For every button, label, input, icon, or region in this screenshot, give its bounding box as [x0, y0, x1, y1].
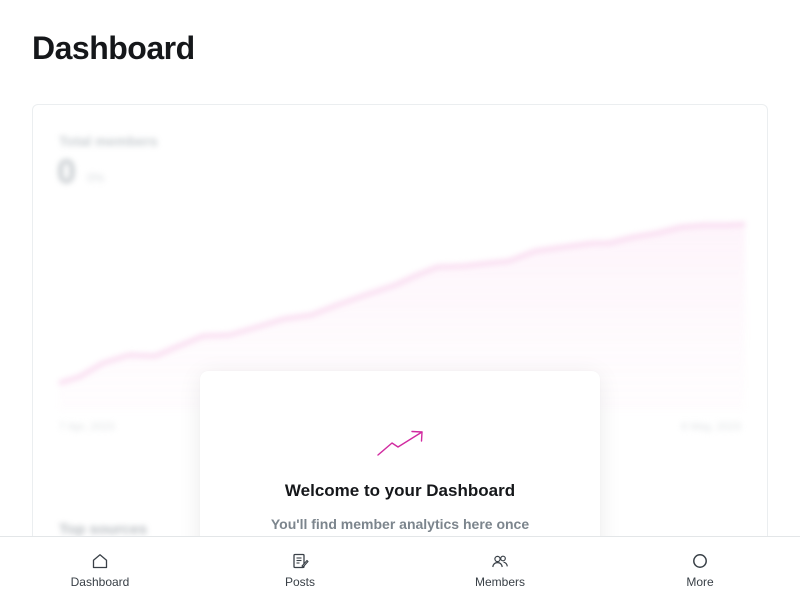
- bottom-nav: Dashboard Posts Members More: [0, 536, 800, 600]
- home-icon: [92, 554, 108, 569]
- chart-date-start: 7 Apr, 2023: [59, 421, 115, 433]
- nav-label-members: Members: [474, 575, 525, 589]
- nav-label-dashboard: Dashboard: [70, 575, 130, 589]
- page-title: Dashboard: [32, 30, 195, 66]
- nav-item-members[interactable]: Members: [400, 537, 600, 600]
- circle-icon: [693, 554, 707, 568]
- welcome-title: Welcome to your Dashboard: [284, 481, 516, 500]
- trend-up-icon: [377, 430, 423, 456]
- nav-label-more: More: [686, 575, 714, 589]
- posts-icon: [293, 553, 309, 569]
- chart-date-end: 6 May, 2023: [681, 421, 741, 433]
- members-icon: [492, 555, 508, 568]
- nav-item-more[interactable]: More: [600, 537, 800, 600]
- welcome-body: You'll find member analytics here once: [270, 516, 530, 532]
- nav-item-dashboard[interactable]: Dashboard: [0, 537, 200, 600]
- nav-label-posts: Posts: [284, 575, 315, 589]
- nav-item-posts[interactable]: Posts: [200, 537, 400, 600]
